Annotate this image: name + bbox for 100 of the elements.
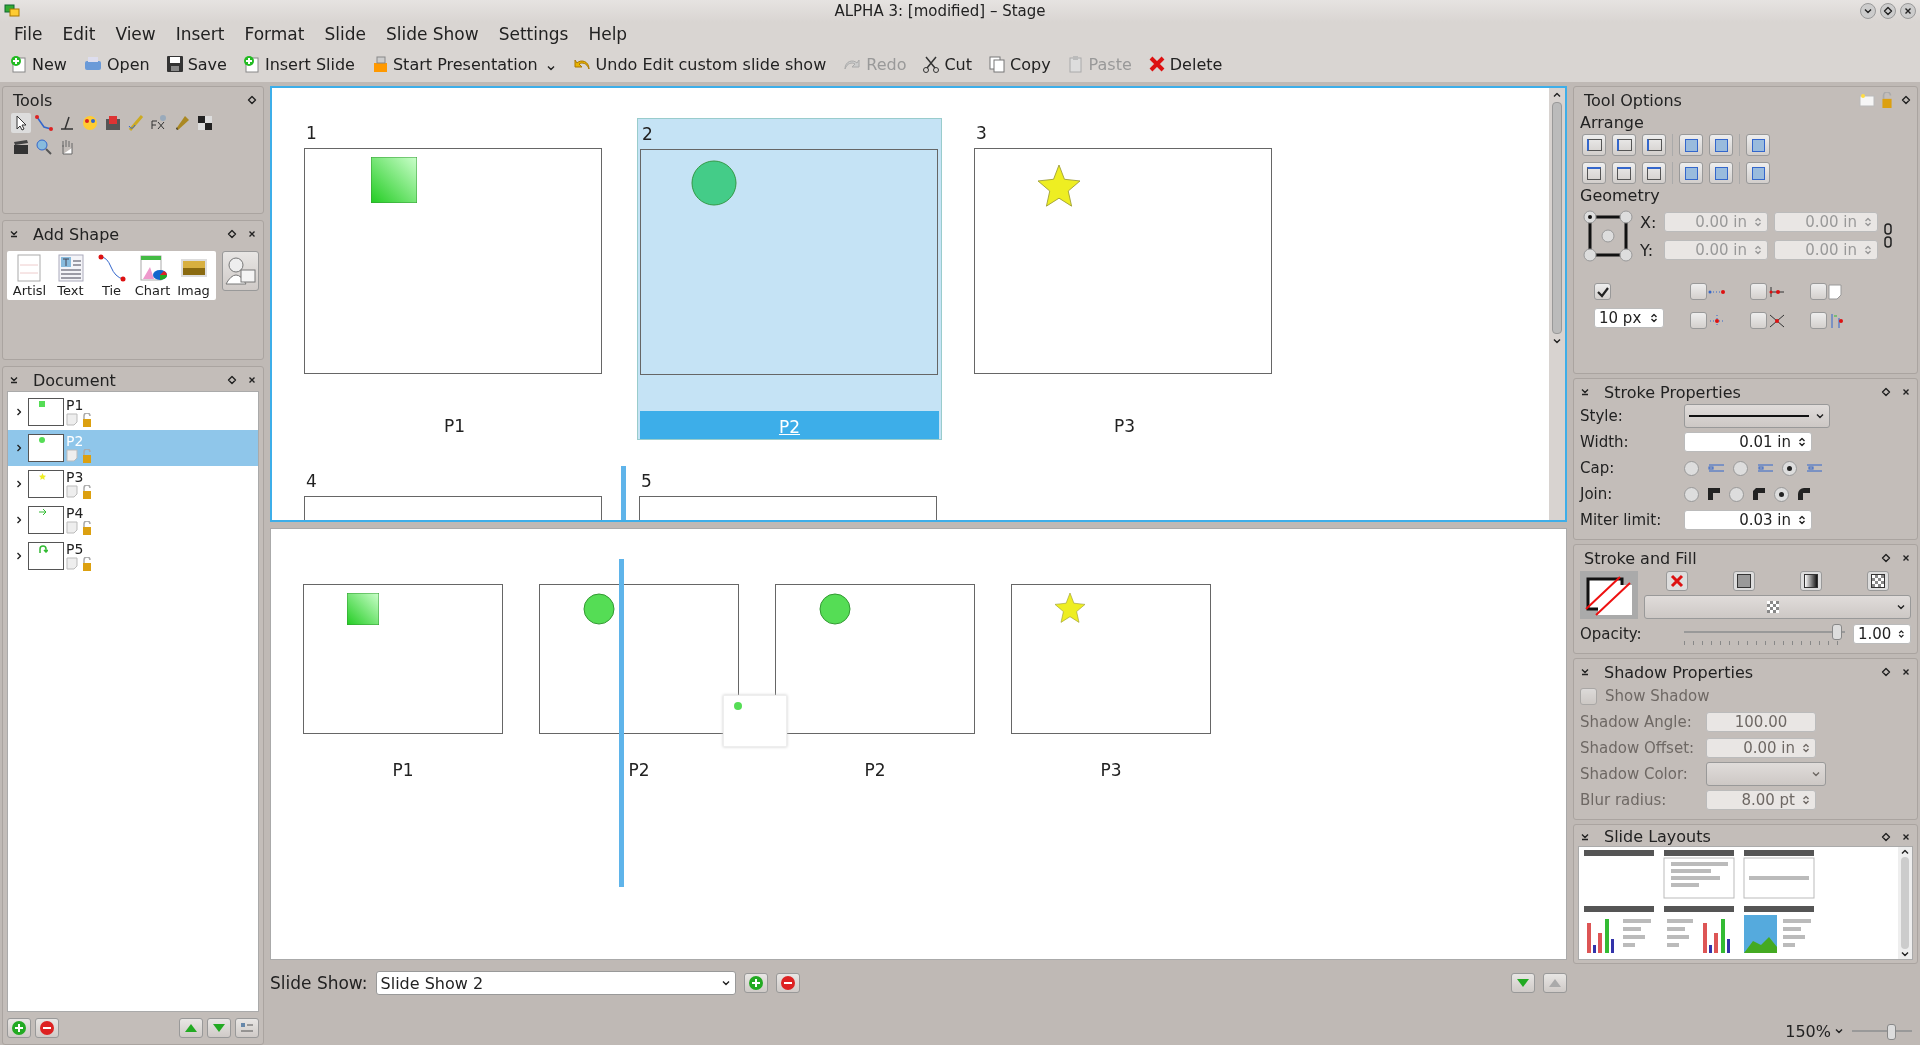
opacity-slider[interactable] — [1684, 623, 1845, 645]
connector-icon[interactable] — [96, 253, 127, 283]
spin-arrows-icon[interactable] — [1649, 313, 1659, 323]
slide-card[interactable]: 2 P2 — [637, 118, 942, 440]
slide-thumbnail[interactable] — [775, 584, 975, 734]
toolbar-button[interactable]: Cut — [914, 51, 980, 77]
slide-card[interactable]: 4 — [302, 466, 607, 520]
add-show-button[interactable] — [743, 973, 768, 993]
toolbar-button[interactable]: Delete — [1139, 51, 1231, 77]
spin-arrows-icon[interactable] — [1897, 629, 1906, 639]
cap-radio[interactable] — [1782, 460, 1797, 476]
stroke-fill-swatch[interactable] — [1580, 571, 1638, 619]
anchor-point-drawing[interactable] — [1582, 209, 1634, 263]
scroll-down-icon[interactable] — [1552, 336, 1562, 346]
opacity-spin-box[interactable]: 1.00 — [1853, 624, 1911, 644]
text-icon[interactable] — [55, 253, 86, 283]
page-item[interactable]: P5 — [8, 538, 258, 574]
toolbar-button[interactable]: Save — [157, 51, 235, 77]
page-item[interactable]: P3 — [8, 466, 258, 502]
solid-fill-button[interactable] — [1733, 571, 1756, 591]
remove-page-button[interactable] — [35, 1018, 59, 1038]
chart-icon[interactable] — [137, 253, 168, 283]
toolbar-button[interactable]: Copy — [980, 51, 1059, 77]
join-radio[interactable] — [1774, 486, 1789, 502]
caret-icon[interactable] — [1896, 602, 1906, 612]
order-button[interactable] — [1679, 134, 1703, 156]
spin-arrows-icon[interactable] — [1797, 437, 1807, 447]
slide-card[interactable]: 5 — [637, 466, 942, 520]
align-button[interactable] — [1582, 162, 1606, 184]
snap-checkbox[interactable] — [1750, 283, 1767, 300]
toolbar-button[interactable]: Insert Slide — [234, 51, 363, 77]
snap-checkbox[interactable] — [1594, 283, 1611, 300]
scroll-up-icon[interactable] — [1900, 847, 1910, 857]
menu-item[interactable]: Help — [578, 24, 638, 44]
snap-size-spin-box[interactable]: 10 px — [1594, 308, 1664, 328]
snap-checkbox[interactable] — [1690, 283, 1707, 300]
remove-show-button[interactable] — [775, 973, 800, 993]
chain-link-icon[interactable] — [1884, 223, 1892, 249]
menu-item[interactable]: Slide Show — [375, 24, 489, 44]
menu-item[interactable]: Slide — [314, 24, 376, 44]
width-spin-box[interactable]: 0.01 in — [1684, 432, 1812, 452]
pointer-icon[interactable] — [11, 113, 31, 133]
slide-thumbnail[interactable] — [303, 584, 503, 734]
caret-icon[interactable] — [1834, 1026, 1844, 1036]
slide-thumbnail[interactable] — [1011, 584, 1211, 734]
align-button[interactable] — [1612, 162, 1636, 184]
slider-handle[interactable] — [1832, 624, 1843, 640]
order-button[interactable] — [1679, 162, 1703, 184]
layout-thumbnail[interactable] — [1663, 849, 1735, 901]
menu-item[interactable]: Format — [234, 24, 315, 44]
scroll-down-icon[interactable] — [1900, 949, 1910, 959]
no-fill-button[interactable] — [1666, 571, 1689, 591]
palette-icon[interactable] — [80, 113, 100, 133]
slide-show-select[interactable]: Slide Show 2 — [375, 971, 736, 995]
caret-icon[interactable] — [1815, 411, 1825, 421]
menu-item[interactable]: View — [105, 24, 166, 44]
pattern-fill-button[interactable] — [1866, 571, 1889, 591]
group-button[interactable] — [1746, 134, 1770, 156]
clapperboard-icon[interactable] — [11, 137, 31, 157]
toolbar-button[interactable]: Start Presentation — [362, 51, 564, 77]
checkerboard-icon[interactable] — [195, 113, 215, 133]
shapes-menu-button[interactable] — [222, 251, 259, 291]
scroll-up-icon[interactable] — [1552, 90, 1562, 100]
page-item[interactable]: P1 — [8, 394, 258, 430]
cap-radio[interactable] — [1733, 460, 1748, 476]
snap-checkbox[interactable] — [1810, 283, 1827, 300]
page-item[interactable]: P4 — [8, 502, 258, 538]
menu-item[interactable]: File — [4, 24, 53, 44]
scrollbar-thumb[interactable] — [1552, 102, 1562, 334]
zoom-select[interactable]: 150% — [1785, 1021, 1844, 1041]
miter-limit-spin-box[interactable]: 0.03 in — [1684, 510, 1812, 530]
snap-checkbox[interactable] — [1690, 312, 1707, 329]
add-page-button[interactable] — [7, 1018, 31, 1038]
order-button[interactable] — [1709, 134, 1733, 156]
cap-radio[interactable] — [1684, 460, 1699, 476]
menu-item[interactable]: Insert — [165, 24, 235, 44]
order-button[interactable] — [1709, 162, 1733, 184]
caret-icon[interactable] — [720, 978, 731, 988]
toolbar-button[interactable]: Undo Edit custom slide show — [563, 51, 835, 77]
toolbar-button[interactable]: New — [2, 51, 75, 77]
align-button[interactable] — [1642, 134, 1666, 156]
align-button[interactable] — [1582, 134, 1606, 156]
snap-checkbox[interactable] — [1750, 312, 1767, 329]
zoom-slider[interactable] — [1852, 1022, 1912, 1040]
slide-card[interactable]: 1 P1 — [302, 118, 607, 438]
stamp-icon[interactable] — [103, 113, 123, 133]
menu-item[interactable]: Edit — [52, 24, 106, 44]
align-button[interactable] — [1642, 162, 1666, 184]
toolbar-button[interactable]: Open — [74, 51, 158, 77]
layout-thumbnail[interactable] — [1743, 849, 1815, 901]
slider-handle[interactable] — [1887, 1024, 1896, 1040]
join-radio[interactable] — [1729, 486, 1744, 502]
scrollbar-thumb[interactable] — [1901, 857, 1909, 949]
snap-checkbox[interactable] — [1810, 312, 1827, 329]
view-mode-button[interactable] — [235, 1018, 259, 1038]
align-button[interactable] — [1612, 134, 1636, 156]
line-style-select[interactable] — [1684, 404, 1830, 428]
ungroup-button[interactable] — [1746, 162, 1770, 184]
slide-thumbnail[interactable] — [539, 584, 739, 734]
join-radio[interactable] — [1684, 486, 1699, 502]
